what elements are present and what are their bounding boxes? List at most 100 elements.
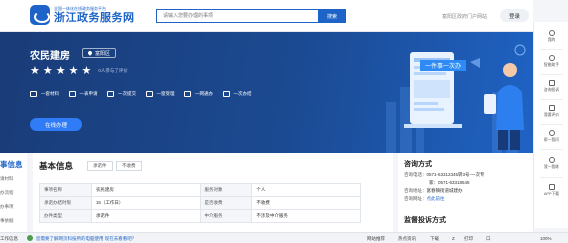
feature-item: 一套材料 <box>30 91 69 97</box>
browser-status-bar: 工作信息 您需要了解网页科技所的电脑使用 现在去看看吧？ 网站推荐 热点资讯 下… <box>0 232 568 243</box>
rail-label: APP下载 <box>543 192 560 196</box>
rail-label: 我要评价 <box>543 113 560 117</box>
rail-practice[interactable]: 我一我练 <box>534 157 568 170</box>
consult-title: 咨询方式 <box>404 161 432 168</box>
tag-commitment: 承诺件 <box>87 161 113 171</box>
robot-icon <box>548 55 555 61</box>
address-value: 富春镇街道城建办 <box>426 188 463 193</box>
table-row: 承诺办结时限 15（工作日） 是否收费 不收费 <box>40 197 361 210</box>
location-pin-icon <box>87 50 93 56</box>
status-window[interactable]: 口 <box>486 236 491 242</box>
search-box: 搜索 <box>156 9 346 23</box>
rail-ask[interactable]: 帮一我问 <box>534 130 568 143</box>
feature-item: 一表申请 <box>68 91 108 97</box>
banner-tag: 一件事一次办 <box>420 60 466 71</box>
rail-label: 智能助手 <box>543 63 560 67</box>
left-anchor-nav: 事信息 请材料 办流程 办事项 事依据 <box>0 153 27 232</box>
feature-label: 一次提交 <box>118 91 136 96</box>
status-print[interactable]: 打印 <box>464 236 473 242</box>
practice-icon <box>548 157 555 163</box>
phone-label: 咨询电话： <box>404 172 427 177</box>
table-value: 不涉及中介服务 <box>252 210 361 223</box>
star-icon[interactable]: ★ <box>56 65 66 77</box>
nav-item-basis[interactable]: 事依据 <box>0 218 14 224</box>
table-value: 农民建房 <box>91 184 201 197</box>
rail-review[interactable]: 我要评价 <box>534 105 568 118</box>
table-key: 承诺办结时限 <box>40 197 92 210</box>
complete-icon <box>222 91 230 97</box>
status-left-label: 工作信息 <box>0 236 18 241</box>
user-icon <box>548 30 555 36</box>
logo-title: 浙江政务服务网 <box>54 11 135 24</box>
table-key: 中介服务 <box>200 210 253 223</box>
basic-info-title: 基本信息 <box>39 161 74 171</box>
feature-list: 一套材料 一表申请 一次提交 一窗受理 一网通办 一次办结 <box>30 91 261 97</box>
tip-icon <box>27 234 33 241</box>
status-z[interactable]: Z <box>452 236 455 241</box>
online-apply-button[interactable]: 在线办理 <box>30 118 82 131</box>
table-value: 不收费 <box>252 197 361 210</box>
main-content: 事信息 请材料 办流程 办事项 事依据 基本信息 承诺件 不收费 事项名称 农民… <box>0 153 533 232</box>
table-value: 个人 <box>252 184 361 197</box>
rail-divider <box>540 49 563 50</box>
table-value: 15（工作日） <box>91 197 201 210</box>
region-tag[interactable]: 富阳区 <box>82 48 117 58</box>
feature-label: 一窗受理 <box>156 91 175 96</box>
service-hero: 农民建房 富阳区 ★ ★ ★ ★ ★ 0人参与了评价 一套材料 一表申请 一次提… <box>0 32 533 153</box>
consult-address: 咨询地址：富春镇街道城建办 <box>404 188 463 194</box>
login-button[interactable]: 登录 <box>500 9 529 22</box>
rail-complaint[interactable]: 咨询投诉 <box>534 80 568 93</box>
feature-item: 一窗受理 <box>145 91 185 97</box>
phone-value: 0571-63312345转3号-一次专 <box>426 172 485 177</box>
nav-item-matters[interactable]: 办事项 <box>0 204 14 210</box>
rail-divider <box>540 124 563 125</box>
feature-label: 一套材料 <box>41 91 59 96</box>
star-icon[interactable]: ★ <box>30 65 40 77</box>
submit-icon <box>107 91 114 97</box>
star-icon[interactable]: ★ <box>43 65 53 77</box>
feature-item: 一次办结 <box>222 91 262 97</box>
service-title: 农民建房 <box>30 51 70 62</box>
table-key: 办件类型 <box>40 210 92 223</box>
rating-text: 0人参与了评价 <box>98 68 128 73</box>
rail-app-download[interactable]: APP下载 <box>534 184 568 197</box>
logo-icon <box>30 5 50 25</box>
consult-phone-2: 家：0571-63318645 <box>429 180 470 185</box>
address-label: 咨询地址： <box>404 188 427 193</box>
network-icon <box>184 91 191 97</box>
star-icon[interactable]: ★ <box>82 65 92 77</box>
search-button[interactable]: 搜索 <box>318 9 346 23</box>
consult-phone: 咨询电话：0571-63312345转3号-一次专 <box>404 172 485 178</box>
question-icon <box>548 130 555 136</box>
site-logo[interactable]: 全国一体化在线政务服务平台 浙江政务服务网 <box>30 5 135 25</box>
status-recommend[interactable]: 网站推荐 <box>367 236 385 242</box>
tag-free: 不收费 <box>116 161 142 171</box>
site-link[interactable]: 点此前往 <box>427 196 445 201</box>
status-tip-link[interactable]: 您需要了解网页科技所的电脑使用 现在去看看吧？ <box>36 236 136 242</box>
rail-divider <box>540 74 563 75</box>
nav-item-process[interactable]: 办流程 <box>0 190 14 196</box>
supervise-title: 监督投诉方式 <box>404 217 446 224</box>
form-icon <box>68 91 76 97</box>
search-input[interactable] <box>157 10 318 22</box>
chat-icon <box>548 80 555 86</box>
status-news[interactable]: 热点资讯 <box>398 236 416 242</box>
star-icon[interactable]: ★ <box>69 65 79 77</box>
site-label: 咨询网址： <box>404 196 427 201</box>
table-value: 承诺件 <box>91 210 201 223</box>
feature-item: 一网通办 <box>184 91 223 97</box>
status-zoom[interactable]: 100% <box>540 236 552 241</box>
rail-assistant[interactable]: 智能助手 <box>534 55 568 68</box>
table-row: 事项名称 农民建房 服务对象 个人 <box>40 184 361 197</box>
review-icon <box>548 105 555 111</box>
region-portal-link[interactable]: 富阳区政府门户网站 <box>442 13 487 20</box>
consult-card: 咨询方式 咨询电话：0571-63312345转3号-一次专 家：0571-63… <box>398 153 533 232</box>
rail-my[interactable]: 我的 <box>534 30 568 43</box>
rating: ★ ★ ★ ★ ★ 0人参与了评价 <box>30 65 128 77</box>
status-download[interactable]: 下载 <box>430 236 439 242</box>
table-key: 是否收费 <box>200 197 253 210</box>
nav-item-materials[interactable]: 请材料 <box>0 176 14 182</box>
region-label: 富阳区 <box>95 50 111 57</box>
nav-item-info[interactable]: 事信息 <box>0 159 23 170</box>
material-icon <box>30 91 37 97</box>
